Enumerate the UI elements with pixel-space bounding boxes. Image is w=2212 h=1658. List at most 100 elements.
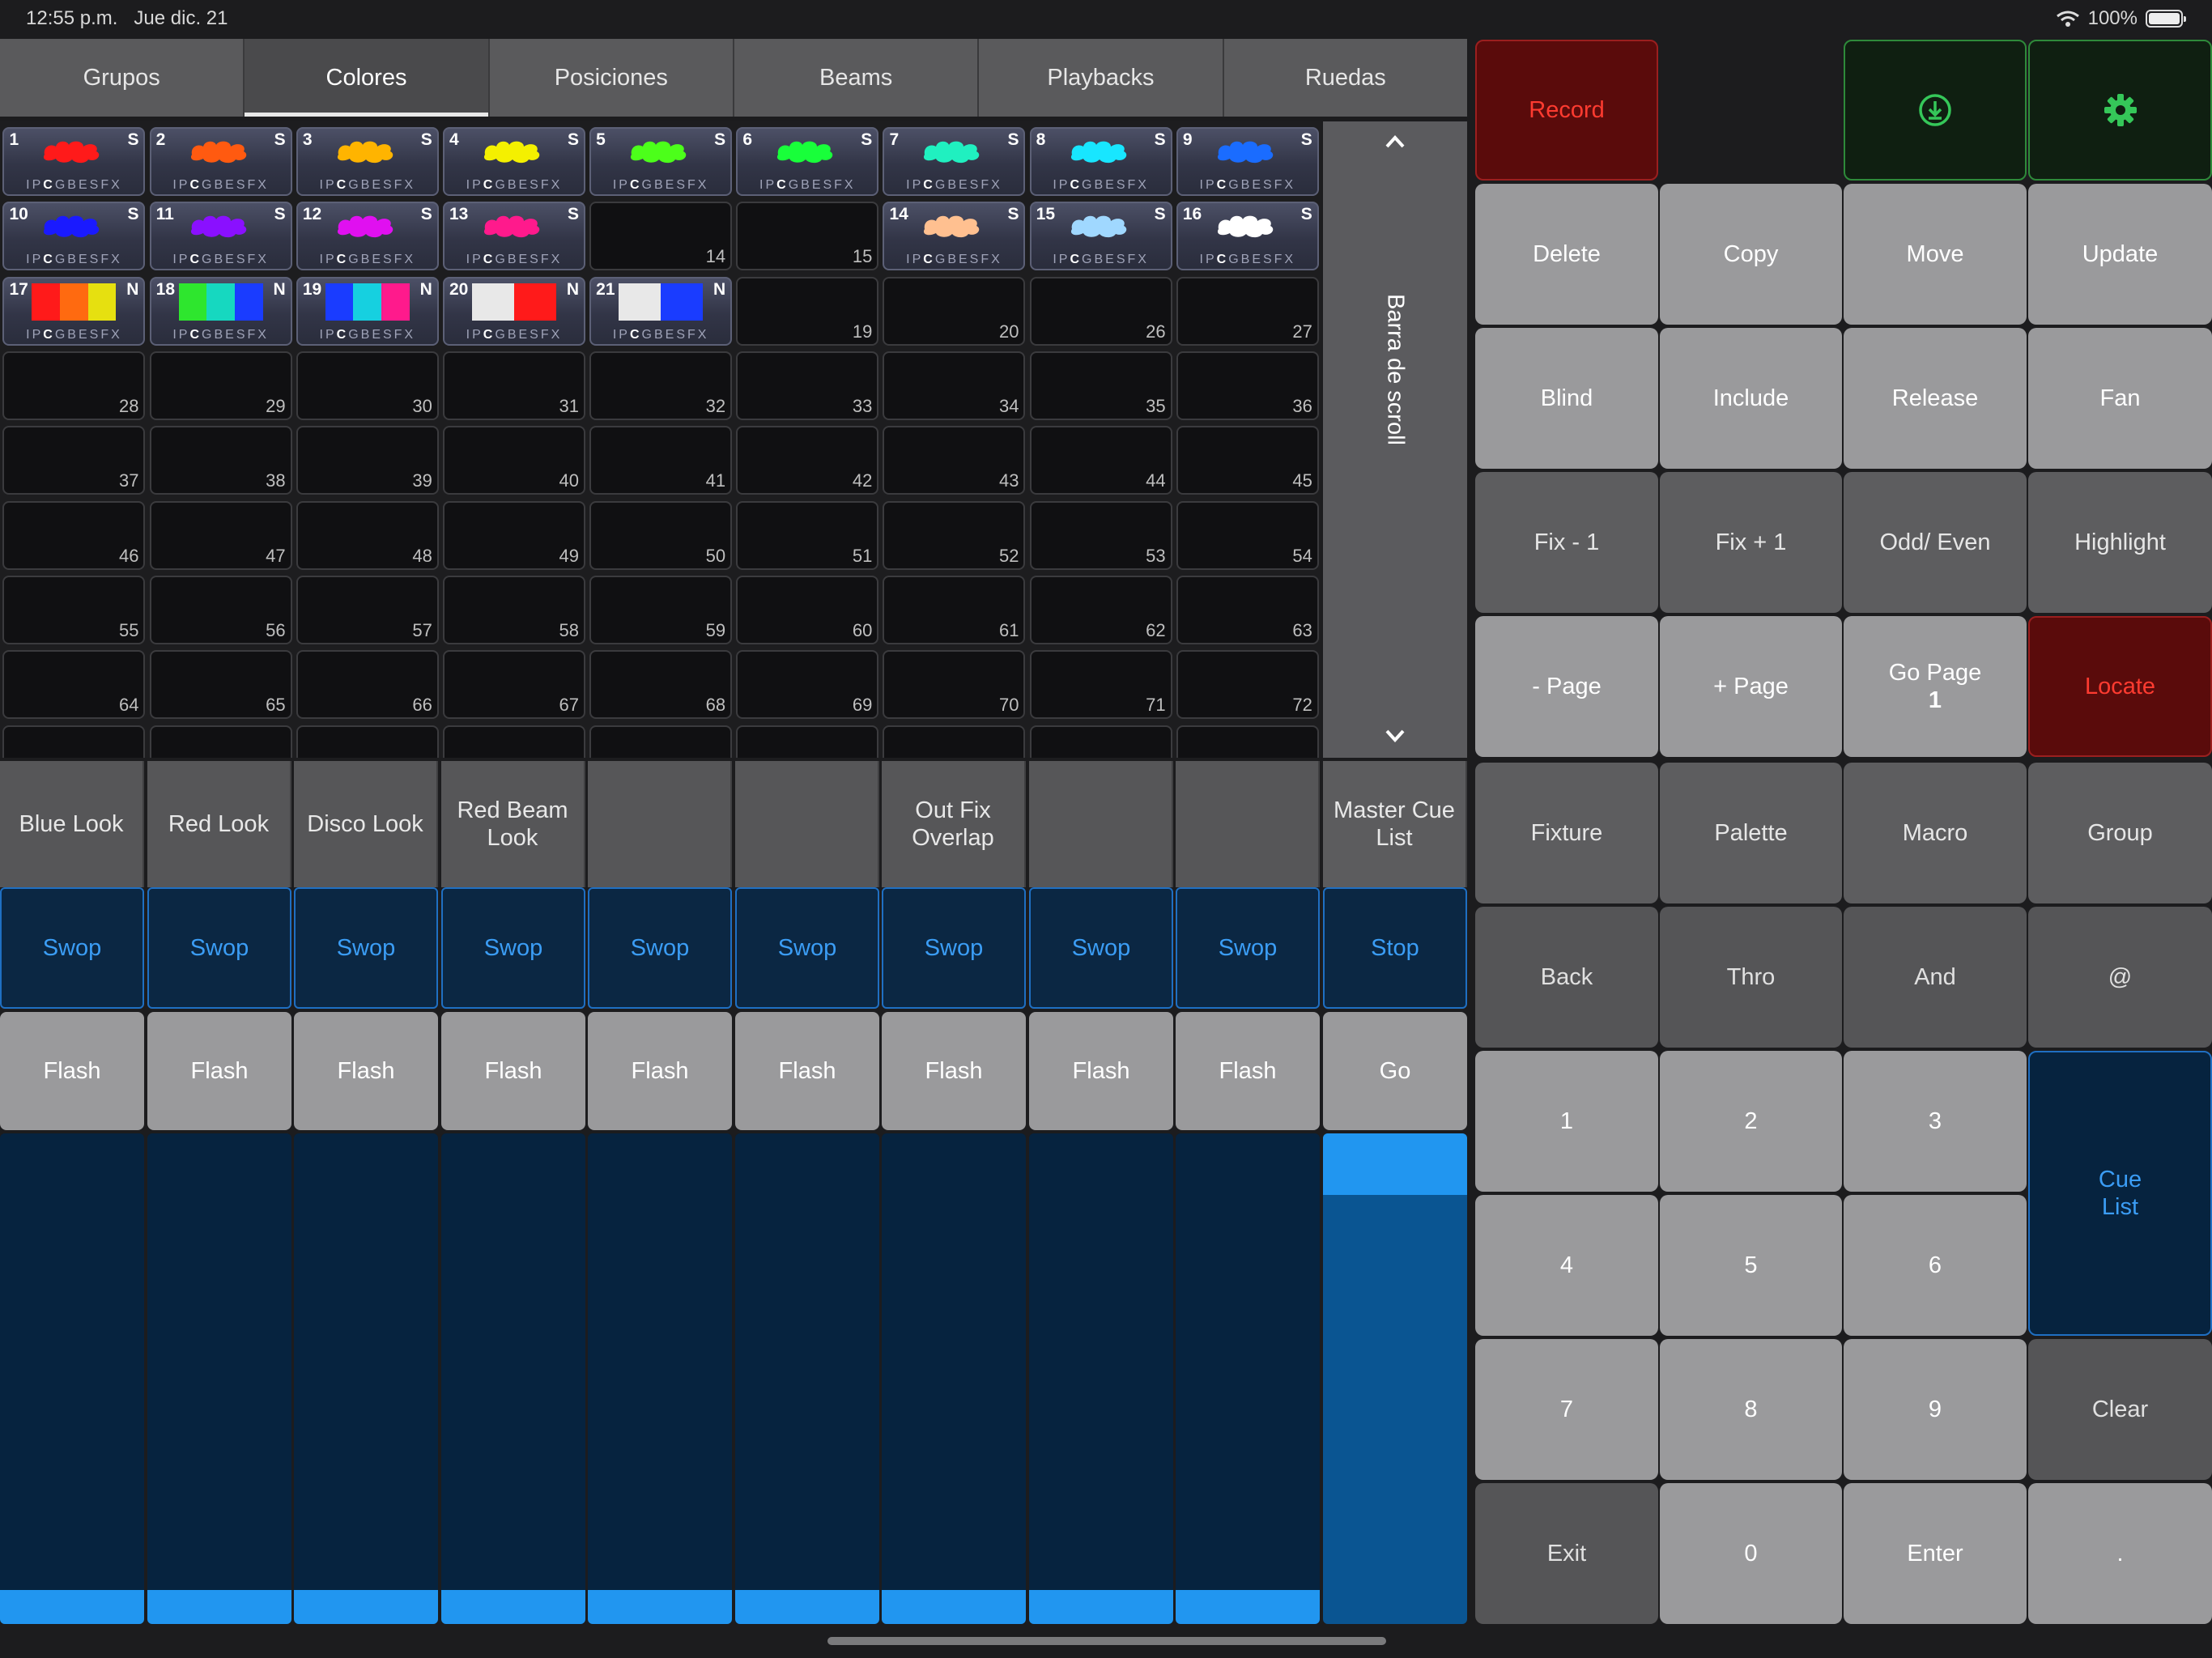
playback-name[interactable]: Red Beam Look [441,761,585,887]
empty-palette-slot[interactable]: 72 [1176,650,1319,720]
empty-palette-slot[interactable]: 62 [1029,575,1172,644]
digit-7-button[interactable]: 7 [1475,1339,1658,1480]
go-page-button[interactable]: Go Page 1 [1844,616,2027,757]
thro-button[interactable]: Thro [1660,907,1842,1048]
empty-palette-slot[interactable]: 42 [736,426,879,495]
playback-fader[interactable] [147,1133,291,1624]
empty-palette-slot[interactable]: 14 [589,202,733,271]
chevron-up-icon[interactable] [1385,134,1406,149]
playback-fader[interactable] [882,1133,1026,1624]
digit-8-button[interactable]: 8 [1660,1339,1842,1480]
color-palette-21[interactable]: 21 N IPCGBESFX [589,276,733,346]
odd-even-button[interactable]: Odd/ Even [1844,472,2027,613]
empty-palette-slot[interactable]: 19 [736,276,879,346]
playback-name[interactable]: Disco Look [294,761,438,887]
empty-palette-slot[interactable]: 35 [1029,351,1172,420]
swop-button[interactable]: Swop [882,887,1026,1009]
copy-button[interactable]: Copy [1660,184,1842,325]
macro-button[interactable]: Macro [1844,763,2027,903]
stop-button[interactable]: Stop [1323,887,1467,1009]
color-palette-8[interactable]: 8 S IPCGBESFX [1029,126,1172,196]
empty-palette-slot[interactable]: 57 [296,575,439,644]
color-palette-17[interactable]: 17 N IPCGBESFX [2,276,146,346]
digit-3-button[interactable]: 3 [1844,1051,2027,1192]
empty-palette-slot[interactable] [1029,725,1172,758]
flash-button[interactable]: Flash [588,1012,732,1130]
empty-palette-slot[interactable]: 59 [589,575,733,644]
highlight-button[interactable]: Highlight [2028,472,2212,613]
empty-palette-slot[interactable]: 46 [2,500,146,570]
fader-handle[interactable] [1323,1133,1467,1195]
empty-palette-slot[interactable]: 64 [2,650,146,720]
flash-button[interactable]: Flash [1176,1012,1320,1130]
empty-palette-slot[interactable]: 67 [442,650,585,720]
empty-palette-slot[interactable]: 45 [1176,426,1319,495]
empty-palette-slot[interactable] [589,725,733,758]
playback-name[interactable] [1029,761,1173,887]
empty-palette-slot[interactable]: 15 [736,202,879,271]
empty-palette-slot[interactable]: 63 [1176,575,1319,644]
playback-name[interactable]: Out Fix Overlap [882,761,1026,887]
playback-name[interactable] [1176,761,1320,887]
delete-button[interactable]: Delete [1475,184,1658,325]
color-palette-5[interactable]: 5 S IPCGBESFX [589,126,733,196]
digit-0-button[interactable]: 0 [1660,1483,1842,1624]
empty-palette-slot[interactable]: 39 [296,426,439,495]
page-plus-button[interactable]: + Page [1660,616,1842,757]
empty-palette-slot[interactable]: 28 [2,351,146,420]
empty-palette-slot[interactable] [149,725,292,758]
empty-palette-slot[interactable] [296,725,439,758]
release-button[interactable]: Release [1844,328,2027,469]
master-cue-list-name[interactable]: Master Cue List [1323,761,1467,887]
color-palette-6[interactable]: 6 S IPCGBESFX [736,126,879,196]
settings-button[interactable] [2028,40,2212,181]
tab-posiciones[interactable]: Posiciones [490,39,734,117]
empty-palette-slot[interactable] [1176,725,1319,758]
empty-palette-slot[interactable]: 55 [2,575,146,644]
empty-palette-slot[interactable]: 30 [296,351,439,420]
playback-fader[interactable] [0,1133,144,1624]
empty-palette-slot[interactable] [883,725,1026,758]
empty-palette-slot[interactable]: 51 [736,500,879,570]
empty-palette-slot[interactable]: 44 [1029,426,1172,495]
palette-button[interactable]: Palette [1660,763,1842,903]
color-palette-4[interactable]: 4 S IPCGBESFX [442,126,585,196]
page-minus-button[interactable]: - Page [1475,616,1658,757]
digit-5-button[interactable]: 5 [1660,1195,1842,1336]
empty-palette-slot[interactable]: 34 [883,351,1026,420]
color-palette-1[interactable]: 1 S IPCGBESFX [2,126,146,196]
go-button[interactable]: Go [1323,1012,1467,1130]
empty-palette-slot[interactable] [2,725,146,758]
digit-9-button[interactable]: 9 [1844,1339,2027,1480]
playback-name[interactable]: Blue Look [0,761,144,887]
fix-plus-button[interactable]: Fix + 1 [1660,472,1842,613]
empty-palette-slot[interactable]: 49 [442,500,585,570]
flash-button[interactable]: Flash [294,1012,438,1130]
color-palette-9[interactable]: 9 S IPCGBESFX [1176,126,1319,196]
empty-palette-slot[interactable]: 54 [1176,500,1319,570]
flash-button[interactable]: Flash [735,1012,879,1130]
cue-list-button[interactable]: Cue List [2028,1051,2212,1336]
empty-palette-slot[interactable]: 27 [1176,276,1319,346]
empty-palette-slot[interactable]: 50 [589,500,733,570]
flash-button[interactable]: Flash [1029,1012,1173,1130]
fix-minus-button[interactable]: Fix - 1 [1475,472,1658,613]
empty-palette-slot[interactable]: 52 [883,500,1026,570]
empty-palette-slot[interactable]: 58 [442,575,585,644]
move-button[interactable]: Move [1844,184,2027,325]
scroll-bar[interactable]: Barra de scroll [1323,121,1467,758]
include-button[interactable]: Include [1660,328,1842,469]
color-palette-16[interactable]: 16 S IPCGBESFX [1176,202,1319,271]
empty-palette-slot[interactable] [442,725,585,758]
empty-palette-slot[interactable]: 70 [883,650,1026,720]
swop-button[interactable]: Swop [1029,887,1173,1009]
digit-1-button[interactable]: 1 [1475,1051,1658,1192]
empty-palette-slot[interactable]: 53 [1029,500,1172,570]
color-palette-20[interactable]: 20 N IPCGBESFX [442,276,585,346]
swop-button[interactable]: Swop [735,887,879,1009]
swop-button[interactable]: Swop [1176,887,1320,1009]
record-button[interactable]: Record [1475,40,1658,181]
download-button[interactable] [1844,40,2027,181]
empty-palette-slot[interactable]: 48 [296,500,439,570]
flash-button[interactable]: Flash [147,1012,291,1130]
